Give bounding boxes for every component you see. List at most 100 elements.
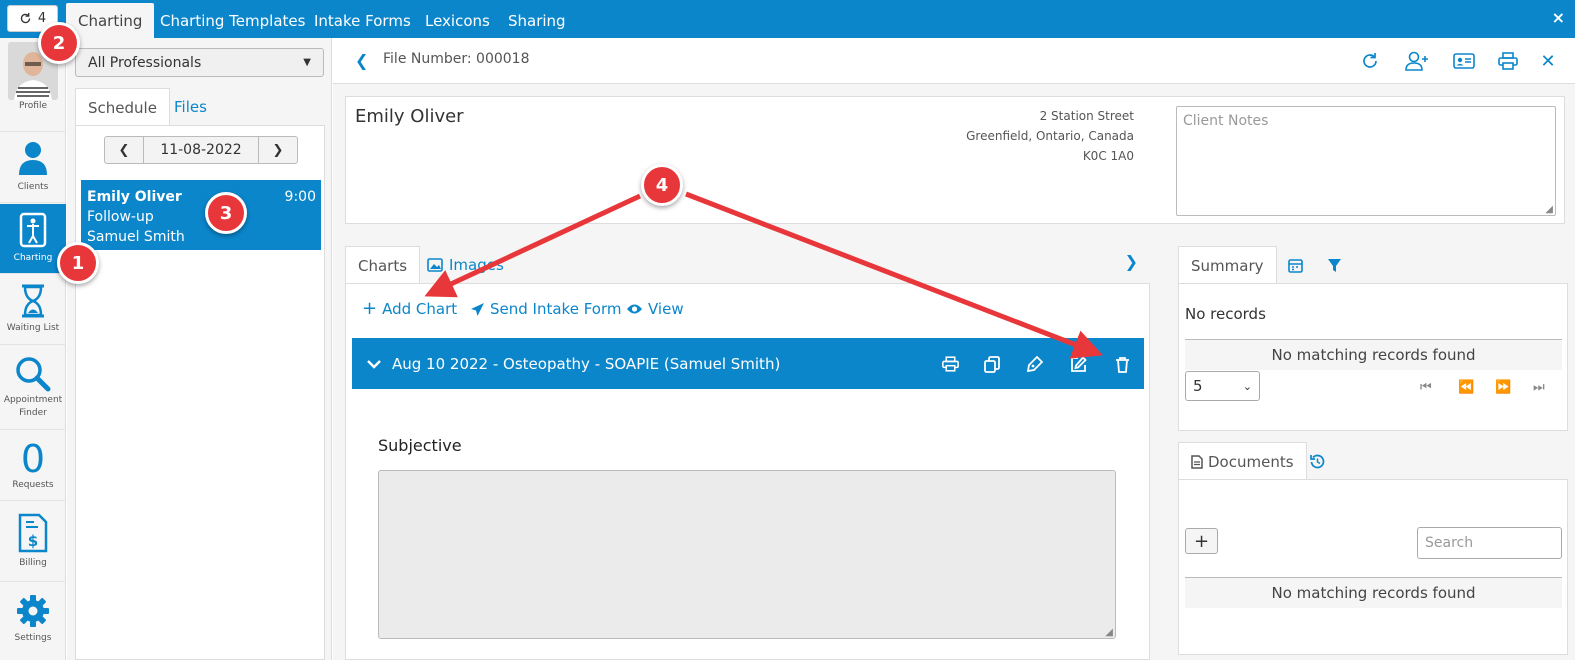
delete-chart-button[interactable]	[1112, 354, 1132, 374]
resize-handle-icon: ◢	[1545, 204, 1553, 215]
subjective-textarea[interactable]: ◢	[378, 470, 1116, 639]
view-label: View	[648, 300, 684, 318]
magnifier-icon	[16, 356, 51, 391]
close-file-button[interactable]: ✕	[1537, 50, 1559, 72]
tab-schedule[interactable]: Schedule	[75, 88, 170, 126]
copy-chart-button[interactable]	[982, 354, 1002, 374]
first-page-button[interactable]: ⏮	[1420, 380, 1432, 395]
appointment-card[interactable]: Emily Oliver 9:00 Follow-up Samuel Smith	[81, 180, 321, 250]
back-button[interactable]: ❮	[355, 51, 368, 70]
next-page-button[interactable]: ⏩	[1495, 380, 1511, 395]
client-name: Emily Oliver	[355, 106, 464, 127]
edit-icon	[1070, 355, 1087, 372]
svg-text:$: $	[28, 532, 38, 550]
last-page-icon: ⏭	[1533, 380, 1545, 395]
chart-entry-header[interactable]: Aug 10 2022 - Osteopathy - SOAPIE (Samue…	[352, 338, 1144, 389]
printer-icon	[1498, 52, 1518, 70]
refresh-icon	[1363, 53, 1377, 68]
left-navigation: Profile Clients Charting Waiting List Ap…	[0, 38, 66, 660]
nav-waiting-list[interactable]: Waiting List	[0, 275, 66, 345]
tab-intake-forms[interactable]: Intake Forms	[302, 3, 423, 38]
rewind-icon: ⏪	[1458, 380, 1475, 395]
main-content: ❮ File Number: 000018 ✕ Emily Oliver 2 S…	[333, 38, 1575, 660]
print-chart-button[interactable]	[940, 354, 960, 374]
next-day-button[interactable]: ❯	[259, 137, 297, 163]
resize-handle-icon: ◢	[1105, 627, 1113, 638]
chevron-down-icon	[367, 359, 381, 369]
previous-page-button[interactable]: ⏪	[1458, 380, 1474, 395]
requests-count: 0	[20, 437, 46, 481]
nav-label: Waiting List	[6, 323, 60, 333]
file-header: ❮ File Number: 000018 ✕	[333, 38, 1575, 84]
edit-chart-button[interactable]	[1068, 354, 1088, 374]
refresh-count: 4	[37, 11, 47, 26]
appointment-client: Emily Oliver	[87, 189, 182, 205]
calendar-icon	[1288, 258, 1303, 273]
charting-icon	[19, 212, 47, 248]
copy-icon	[984, 355, 1000, 373]
close-window-button[interactable]: ×	[1552, 8, 1565, 27]
gear-icon	[17, 594, 49, 627]
page-size-select[interactable]: 5 ⌄	[1185, 371, 1260, 401]
expand-panel-button[interactable]: ❯	[1125, 252, 1138, 271]
chevron-right-icon: ❯	[272, 142, 284, 158]
tab-lexicons[interactable]: Lexicons	[413, 3, 502, 38]
tab-images[interactable]: Images	[415, 246, 516, 284]
client-notes-field[interactable]: Client Notes ◢	[1176, 106, 1556, 216]
summary-box: No records No matching records found 5 ⌄…	[1178, 283, 1568, 431]
invoice-icon: $	[18, 513, 48, 553]
chevron-left-icon: ❮	[118, 142, 130, 158]
page-size-value: 5	[1193, 377, 1203, 395]
documents-search-input[interactable]: Search	[1417, 527, 1562, 559]
tab-sharing[interactable]: Sharing	[496, 3, 578, 38]
tab-files[interactable]: Files	[162, 88, 219, 126]
summary-empty-row: No matching records found	[1185, 339, 1562, 370]
last-page-button[interactable]: ⏭	[1533, 380, 1545, 395]
chevron-left-icon: ❮	[355, 51, 369, 70]
print-button[interactable]	[1497, 50, 1519, 72]
charts-body: + Add Chart Send Intake Form View Aug 10…	[345, 283, 1150, 660]
tab-summary[interactable]: Summary	[1178, 246, 1277, 284]
send-intake-form-button[interactable]: Send Intake Form	[470, 300, 621, 318]
tab-documents[interactable]: Documents	[1178, 442, 1307, 480]
view-button[interactable]: View	[626, 300, 684, 318]
filter-button[interactable]	[1315, 246, 1354, 284]
add-user-icon	[1405, 51, 1428, 71]
schedule-date[interactable]: 11-08-2022	[143, 137, 259, 163]
tab-charting[interactable]: Charting	[66, 3, 155, 38]
tab-charts[interactable]: Charts	[345, 246, 421, 284]
tab-label: Intake Forms	[314, 11, 411, 30]
charts-panel: Charts Images ❯ + Add Chart Send Intake …	[345, 246, 1150, 660]
nav-label: Clients	[17, 182, 49, 192]
add-document-button[interactable]: +	[1185, 528, 1218, 554]
tab-charting-templates[interactable]: Charting Templates	[148, 3, 317, 38]
sign-chart-button[interactable]	[1025, 354, 1045, 374]
nav-clients[interactable]: Clients	[0, 133, 66, 203]
nav-requests[interactable]: 0 Requests	[0, 431, 66, 501]
add-chart-button[interactable]: + Add Chart	[362, 300, 457, 319]
tab-calendar[interactable]	[1276, 246, 1315, 284]
person-icon	[19, 142, 47, 175]
contact-card-button[interactable]	[1452, 50, 1476, 72]
tab-history[interactable]	[1298, 442, 1337, 480]
previous-day-button[interactable]: ❮	[105, 137, 143, 163]
section-heading-subjective: Subjective	[378, 436, 462, 455]
nav-appointment-finder[interactable]: Appointment Finder	[0, 346, 66, 430]
professional-select-value: All Professionals	[88, 54, 202, 71]
schedule-body: ❮ 11-08-2022 ❯ Emily Oliver 9:00 Follow-…	[75, 125, 325, 660]
chevron-right-icon: ❯	[1124, 252, 1138, 271]
printer-icon	[941, 356, 959, 372]
file-number: File Number: 000018	[383, 51, 530, 67]
tab-label: Lexicons	[425, 11, 490, 30]
close-icon: ✕	[1540, 50, 1556, 72]
address-line: Greenfield, Ontario, Canada	[966, 129, 1134, 143]
refresh-file-button[interactable]	[1359, 50, 1381, 72]
schedule-panel: All Professionals ▼ Schedule Files ❮ 11-…	[67, 38, 332, 660]
nav-label: Charting	[13, 253, 53, 263]
nav-billing[interactable]: $ Billing	[0, 502, 66, 582]
professional-select[interactable]: All Professionals ▼	[75, 48, 324, 77]
appointment-time: 9:00	[284, 189, 316, 205]
nav-settings[interactable]: Settings	[0, 583, 66, 655]
add-user-button[interactable]	[1404, 50, 1430, 72]
address-line: 2 Station Street	[1039, 109, 1134, 123]
